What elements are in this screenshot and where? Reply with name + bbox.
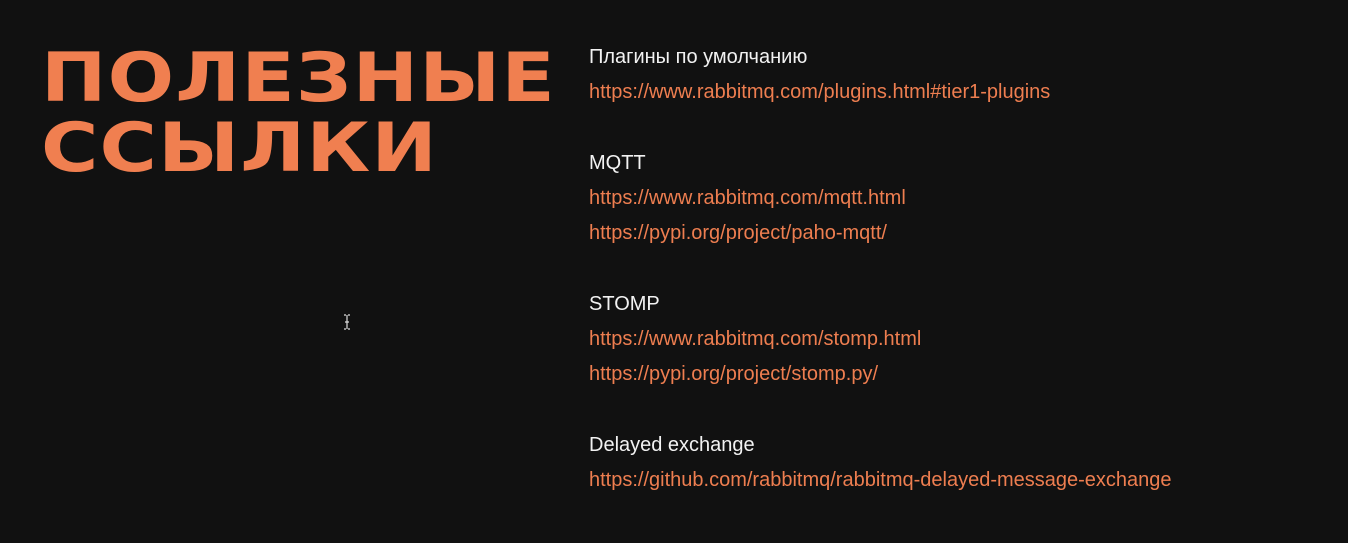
text-cursor-icon: [344, 314, 350, 330]
group-heading: Плагины по умолчанию: [589, 46, 808, 68]
link-rabbitmq-mqtt[interactable]: https://www.rabbitmq.com/mqtt.html: [589, 181, 1329, 216]
link-group-default-plugins: Плагины по умолчанию https://www.rabbitm…: [589, 40, 1329, 110]
link-delayed-exchange[interactable]: https://github.com/rabbitmq/rabbitmq-del…: [589, 463, 1329, 498]
link-rabbitmq-stomp[interactable]: https://www.rabbitmq.com/stomp.html: [589, 322, 1329, 357]
group-heading: MQTT: [589, 152, 646, 174]
link-group-stomp: STOMP https://www.rabbitmq.com/stomp.htm…: [589, 287, 1329, 392]
links-list: Плагины по умолчанию https://www.rabbitm…: [589, 40, 1329, 498]
slide-title: ПОЛЕЗНЫЕ ССЫЛКИ: [41, 44, 570, 184]
link-group-delayed-exchange: Delayed exchange https://github.com/rabb…: [589, 428, 1329, 498]
link-stomp-py[interactable]: https://pypi.org/project/stomp.py/: [589, 357, 1329, 392]
link-default-plugins[interactable]: https://www.rabbitmq.com/plugins.html#ti…: [589, 75, 1329, 110]
slide: ПОЛЕЗНЫЕ ССЫЛКИ Плагины по умолчанию htt…: [0, 0, 1348, 543]
slide-title-line-2: ССЫЛКИ: [41, 109, 439, 188]
link-group-mqtt: MQTT https://www.rabbitmq.com/mqtt.html …: [589, 146, 1329, 251]
slide-title-line-1: ПОЛЕЗНЫЕ: [41, 39, 556, 118]
group-heading: Delayed exchange: [589, 434, 755, 456]
link-paho-mqtt[interactable]: https://pypi.org/project/paho-mqtt/: [589, 216, 1329, 251]
group-heading: STOMP: [589, 293, 660, 315]
